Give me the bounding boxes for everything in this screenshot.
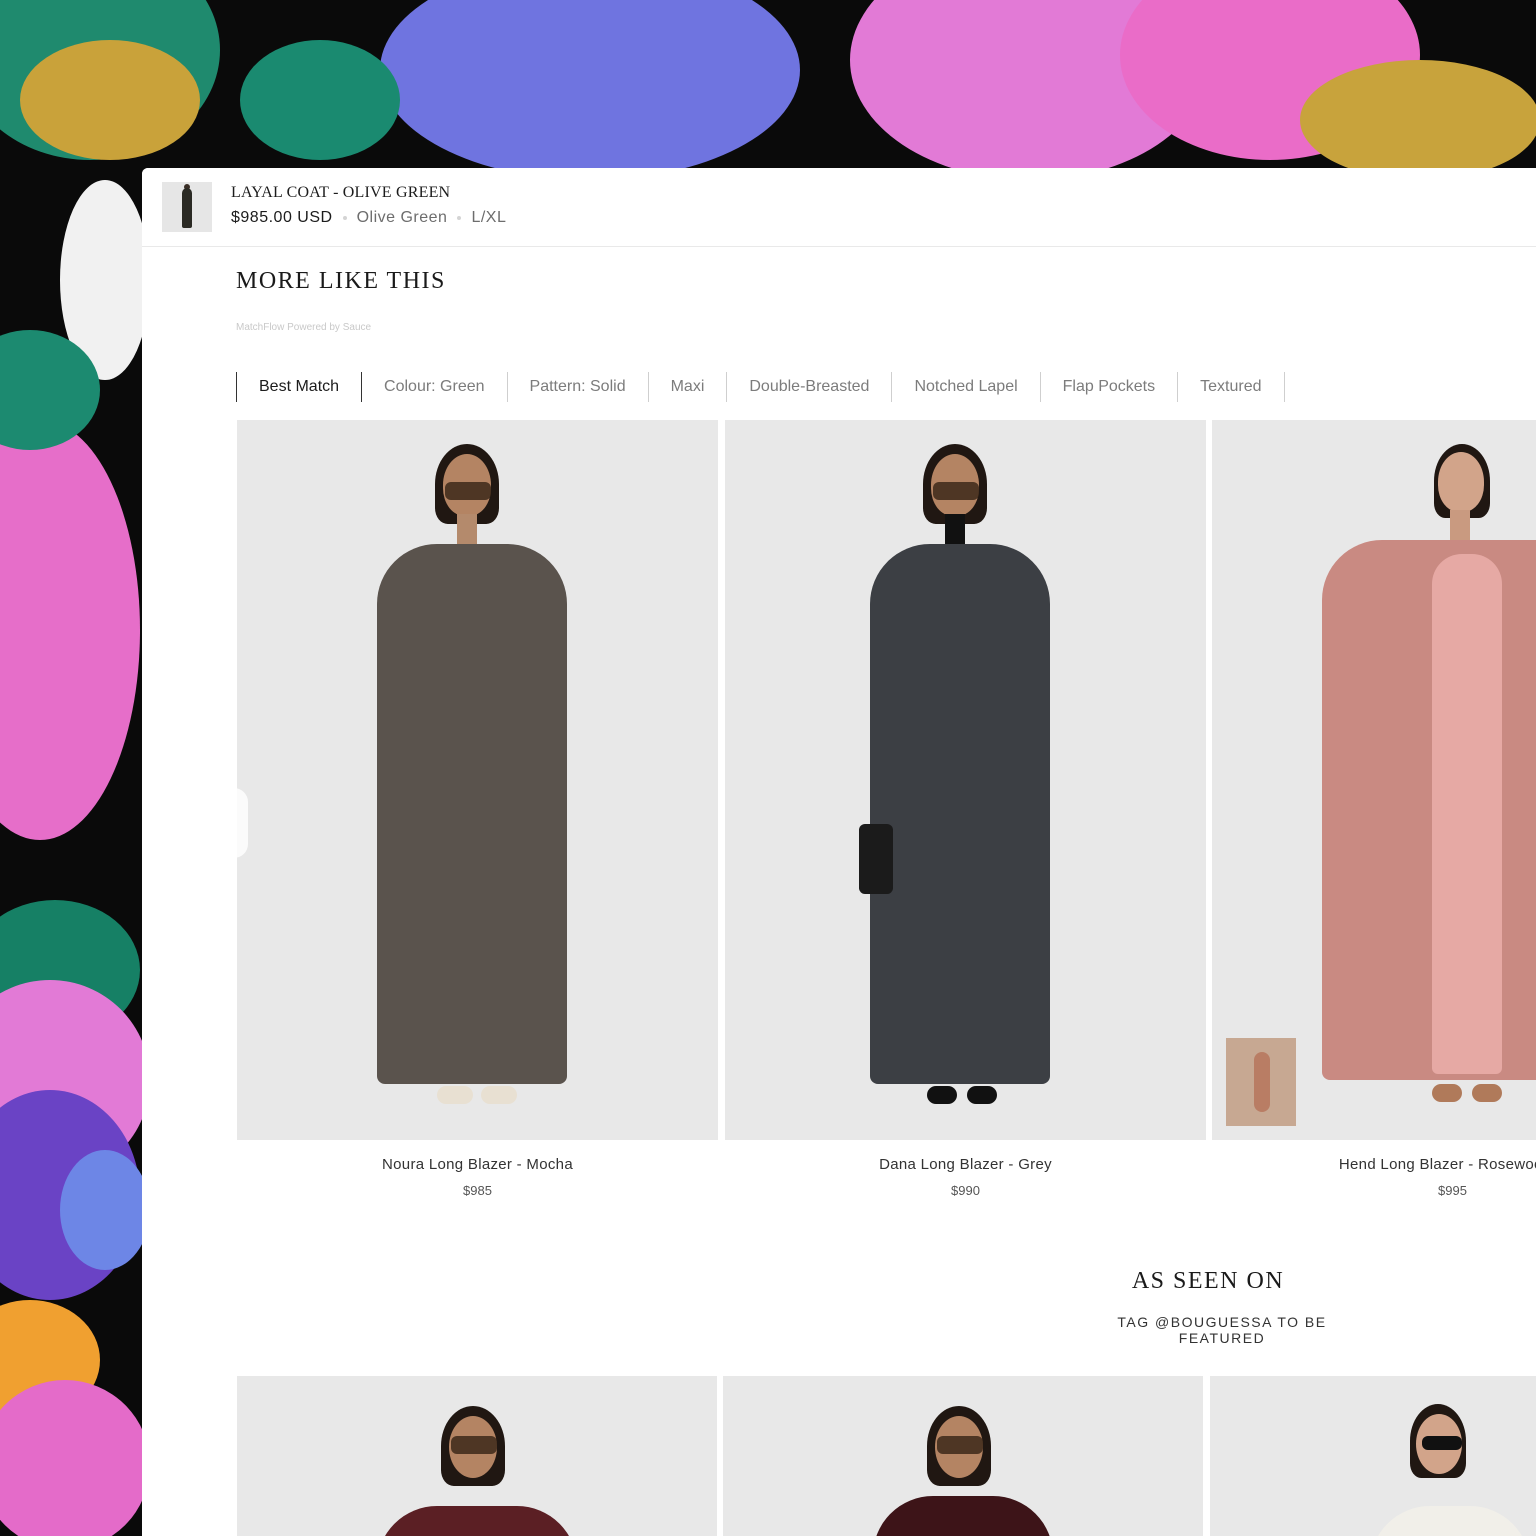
filter-chip[interactable]: Pattern: Solid — [508, 372, 649, 402]
carousel-prev-button[interactable] — [234, 788, 248, 858]
product-name[interactable]: Hend Long Blazer - Rosewood & — [1212, 1156, 1536, 1173]
as-seen-on-card[interactable] — [723, 1376, 1203, 1536]
section-title: MORE LIKE THIS — [236, 268, 446, 294]
filter-chip[interactable]: Maxi — [649, 372, 728, 402]
separator-dot — [457, 216, 462, 220]
filter-chip[interactable]: Textured — [1178, 372, 1285, 402]
product-card[interactable]: Dana Long Blazer - Grey $990 — [725, 420, 1206, 1198]
filter-chip[interactable]: Colour: Green — [362, 372, 508, 402]
powered-by-label: MatchFlow Powered by Sauce — [236, 322, 372, 333]
product-page-panel: LAYAL COAT - OLIVE GREEN $985.00 USD Oli… — [142, 168, 1536, 1536]
lifestyle-inset-image[interactable] — [1226, 1038, 1296, 1126]
product-name[interactable]: Dana Long Blazer - Grey — [725, 1156, 1206, 1173]
product-price: $990 — [951, 1183, 980, 1198]
product-thumbnail[interactable] — [162, 182, 212, 232]
sticky-product-title: LAYAL COAT - OLIVE GREEN — [231, 184, 451, 201]
product-card[interactable]: Noura Long Blazer - Mocha $985 — [237, 420, 718, 1198]
sticky-product-color: Olive Green — [356, 209, 448, 226]
product-price: $995 — [1438, 1183, 1467, 1198]
filter-chip[interactable]: Flap Pockets — [1041, 372, 1179, 402]
product-image[interactable] — [1212, 420, 1536, 1140]
filter-chip[interactable]: Notched Lapel — [892, 372, 1041, 402]
as-seen-on-title: AS SEEN ON — [1131, 1268, 1285, 1294]
product-image[interactable] — [237, 420, 718, 1140]
product-card[interactable]: Hend Long Blazer - Rosewood & $995 — [1212, 420, 1536, 1198]
filter-chips: Best Match Colour: Green Pattern: Solid … — [236, 372, 1285, 402]
filter-chip[interactable]: Double-Breasted — [727, 372, 893, 402]
as-seen-on-card[interactable] — [237, 1376, 717, 1536]
separator-dot — [342, 216, 347, 220]
sticky-product-meta: $985.00 USD Olive Green L/XL — [231, 209, 506, 227]
product-image[interactable] — [725, 420, 1206, 1140]
product-name[interactable]: Noura Long Blazer - Mocha — [237, 1156, 718, 1173]
sticky-product-size: L/XL — [471, 209, 507, 226]
sticky-product-bar: LAYAL COAT - OLIVE GREEN $985.00 USD Oli… — [142, 168, 1536, 247]
as-seen-on-subtitle: TAG @BOUGUESSA TO BE FEATURED — [1117, 1314, 1327, 1346]
as-seen-on-card[interactable] — [1210, 1376, 1536, 1536]
filter-chip[interactable]: Best Match — [236, 372, 363, 402]
product-price: $985 — [463, 1183, 492, 1198]
sticky-product-price: $985.00 USD — [231, 209, 333, 226]
